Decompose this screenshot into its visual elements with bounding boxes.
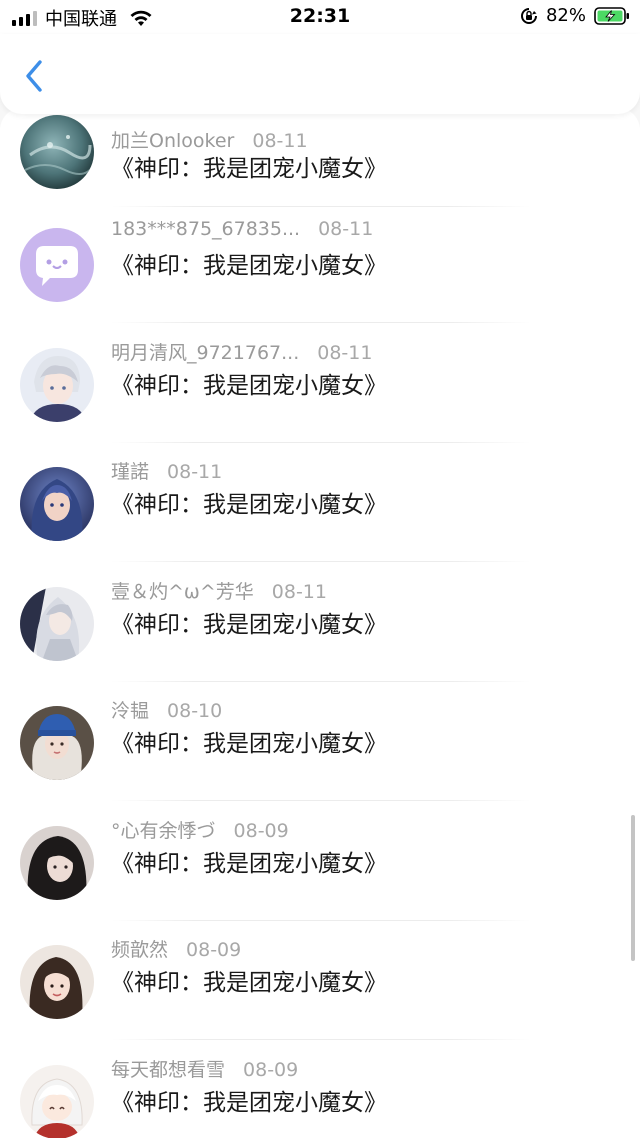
- status-right: 82%: [520, 5, 630, 26]
- book-title: 《神印：我是团宠小魔女》: [111, 611, 387, 638]
- list-item[interactable]: 泠韫 08-10 《神印：我是团宠小魔女》: [0, 700, 640, 826]
- username: 频歆然: [111, 939, 169, 961]
- back-button[interactable]: [16, 54, 52, 98]
- date: 08-09: [243, 1058, 299, 1081]
- book-title: 《神印：我是团宠小魔女》: [111, 492, 387, 518]
- row-meta: 壹＆灼^ω^芳华 08-11: [111, 577, 327, 604]
- chevron-left-icon: [26, 60, 42, 92]
- book-title: 《神印：我是团宠小魔女》: [111, 850, 387, 877]
- avatar[interactable]: [20, 347, 94, 422]
- book-title: 《神印：我是团宠小魔女》: [111, 372, 387, 399]
- divider: [111, 206, 531, 207]
- date: 08-11: [167, 461, 223, 483]
- row-meta: 183***875_67835... 08-11: [111, 218, 373, 240]
- book-title: 《神印：我是团宠小魔女》: [111, 731, 387, 757]
- list-item[interactable]: 每天都想看雪 08-09 《神印：我是团宠小魔女》: [0, 1059, 640, 1138]
- divider: [111, 1039, 531, 1040]
- username: 瑾諾: [111, 461, 150, 483]
- screen: 中国联通 22:31 82% 加兰Onlooker 08-11 《神印：我是团宠…: [0, 0, 640, 1138]
- row-meta: 瑾諾 08-11: [111, 457, 222, 484]
- list-item[interactable]: 频歆然 08-09 《神印：我是团宠小魔女》: [0, 939, 640, 1065]
- girl-blue-beanie-avatar: [20, 706, 94, 780]
- date: 08-09: [233, 819, 289, 842]
- list-item[interactable]: 瑾諾 08-11 《神印：我是团宠小魔女》: [0, 461, 640, 587]
- status-bar: 中国联通 22:31 82%: [0, 0, 640, 34]
- avatar[interactable]: [20, 586, 94, 661]
- avatar[interactable]: [20, 706, 94, 780]
- avatar[interactable]: [20, 1064, 94, 1138]
- book-title: 《神印：我是团宠小魔女》: [111, 970, 387, 996]
- list-item[interactable]: 明月清风_9721767... 08-11 《神印：我是团宠小魔女》: [0, 342, 640, 468]
- divider: [111, 322, 531, 323]
- list-item[interactable]: °心有余悸づ 08-09 《神印：我是团宠小魔女》: [0, 820, 640, 946]
- list-item[interactable]: 183***875_67835... 08-11 《神印：我是团宠小魔女》: [0, 218, 640, 348]
- reader-list[interactable]: 加兰Onlooker 08-11 《神印：我是团宠小魔女》 183***875_…: [0, 108, 640, 1138]
- divider: [111, 441, 531, 443]
- girl-selfie-avatar: [20, 945, 94, 1019]
- row-meta: 泠韫 08-10: [111, 696, 222, 723]
- anime-boy-avatar: [20, 347, 94, 422]
- battery-charging-icon: [594, 6, 629, 25]
- row-meta: 频歆然 08-09: [111, 935, 241, 962]
- silver-hair-anime-avatar: [20, 586, 94, 661]
- list-item[interactable]: 壹＆灼^ω^芳华 08-11 《神印：我是团宠小魔女》: [0, 581, 640, 707]
- username: 壹＆灼^ω^芳华: [111, 580, 254, 603]
- date: 08-09: [186, 939, 242, 961]
- divider: [111, 561, 531, 562]
- username: 每天都想看雪: [111, 1058, 226, 1081]
- nav-header: [0, 34, 640, 114]
- divider: [111, 919, 531, 921]
- username: 183***875_67835...: [111, 218, 301, 240]
- date: 08-11: [317, 341, 373, 364]
- divider: [111, 680, 531, 682]
- book-title: 《神印：我是团宠小魔女》: [111, 1089, 387, 1116]
- username: 泠韫: [111, 700, 150, 722]
- book-title: 《神印：我是团宠小魔女》: [111, 156, 387, 182]
- date: 08-11: [271, 580, 327, 603]
- row-meta: 每天都想看雪 08-09: [111, 1055, 298, 1082]
- date: 08-10: [167, 700, 223, 722]
- book-title: 《神印：我是团宠小魔女》: [111, 253, 387, 279]
- row-meta: °心有余悸づ 08-09: [111, 816, 289, 843]
- avatar[interactable]: [20, 228, 94, 302]
- avatar[interactable]: [20, 825, 94, 900]
- date: 08-11: [318, 218, 374, 240]
- dark-hair-girl-avatar: [20, 825, 94, 900]
- battery-percent: 82%: [545, 5, 586, 26]
- rotation-lock-icon: [520, 7, 537, 24]
- fantasy-girl-avatar: [20, 467, 94, 541]
- row-meta: 明月清风_9721767... 08-11: [111, 338, 372, 365]
- divider: [111, 800, 531, 801]
- avatar[interactable]: [20, 115, 94, 189]
- chibi-girl-red-hood-avatar: [20, 1064, 94, 1138]
- underwater-photo-avatar: [20, 115, 94, 189]
- scrollbar[interactable]: [631, 815, 635, 961]
- username: 明月清风_9721767...: [111, 341, 300, 364]
- avatar[interactable]: [20, 467, 94, 541]
- username: °心有余悸づ: [111, 819, 216, 842]
- avatar[interactable]: [20, 945, 94, 1019]
- chat-bubble-default-avatar: [20, 228, 94, 302]
